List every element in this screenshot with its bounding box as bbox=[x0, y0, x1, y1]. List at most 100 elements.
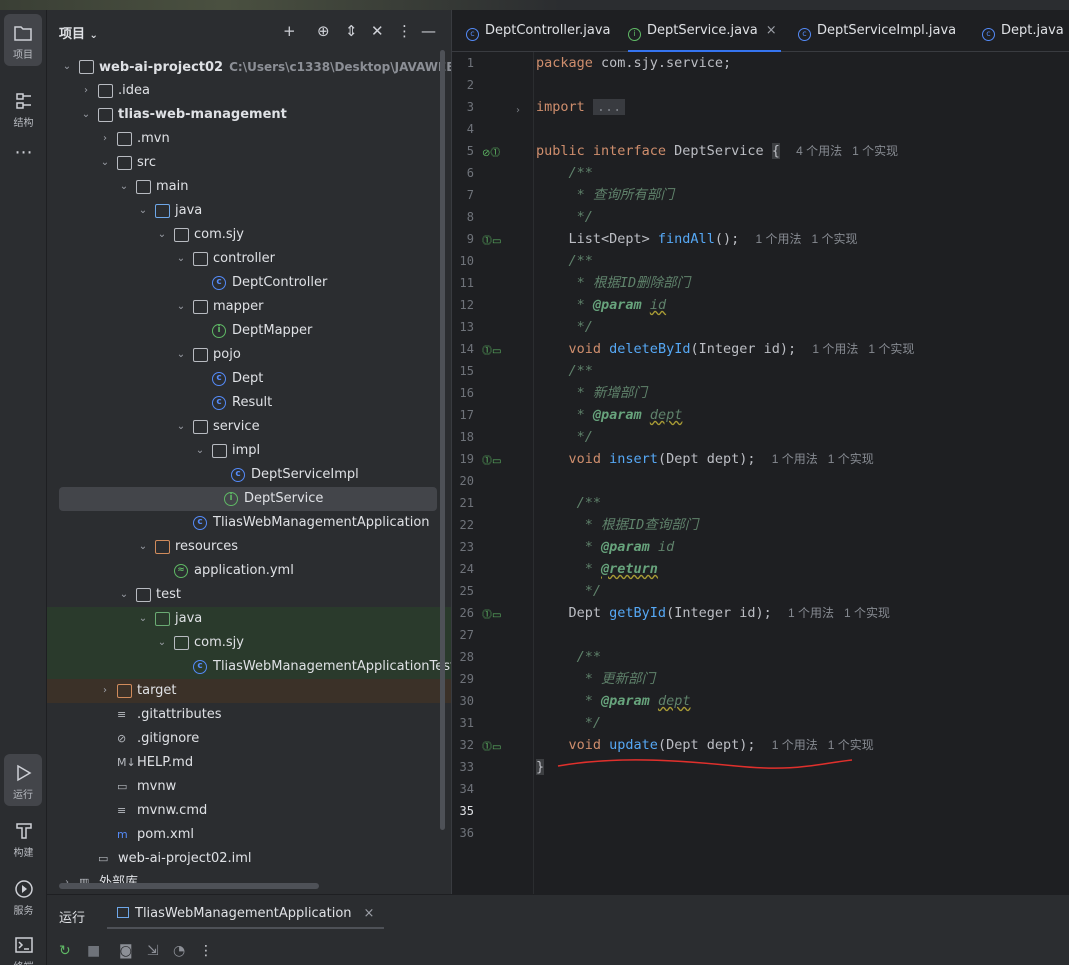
chevron-down-icon[interactable]: ⌄ bbox=[156, 223, 168, 247]
tree-item[interactable]: ▭ web-ai-project02.iml bbox=[47, 847, 451, 871]
structure-tool-button[interactable]: 结构 bbox=[0, 82, 47, 134]
tree-item[interactable]: i DeptMapper bbox=[47, 319, 451, 343]
tree-item[interactable]: ⌄ java bbox=[47, 607, 451, 631]
tree-item[interactable]: ⌄ pojo bbox=[47, 343, 451, 367]
tree-item[interactable]: ⌄ impl bbox=[47, 439, 451, 463]
line-number: 35 bbox=[459, 804, 474, 818]
tab-dept[interactable]: c Dept.java bbox=[982, 10, 1064, 52]
tree-item[interactable]: c Result bbox=[47, 391, 451, 415]
rerun-icon[interactable]: ↻ bbox=[59, 943, 71, 959]
implemented-icon[interactable]: ⓵▭ bbox=[482, 738, 501, 753]
chevron-down-icon[interactable]: ⌄ bbox=[156, 631, 168, 655]
tree-item[interactable]: ⊘ .gitignore bbox=[47, 727, 451, 751]
chevron-down-icon[interactable]: ⌄ bbox=[175, 415, 187, 439]
tree-item[interactable]: ⌄ service bbox=[47, 415, 451, 439]
implemented-icon[interactable]: ⓵▭ bbox=[482, 232, 501, 247]
tree-item[interactable]: ⌄ controller bbox=[47, 247, 451, 271]
chevron-down-icon[interactable]: ⌄ bbox=[175, 295, 187, 319]
chevron-right-icon[interactable]: › bbox=[80, 79, 92, 103]
implemented-icon[interactable]: ⓵▭ bbox=[482, 452, 501, 467]
usage-hint[interactable]: 4 个用法 1 个实现 bbox=[796, 144, 898, 158]
usage-hint[interactable]: 1 个用法 1 个实现 bbox=[755, 232, 857, 246]
run-tool-button[interactable]: 运行 bbox=[4, 754, 42, 806]
tab-dept-controller[interactable]: c DeptController.java bbox=[466, 10, 610, 52]
project-panel: 项目 ⌄ + ⊕ ⇕ ✕ ⋮ — ⌄ web-ai-project02 C:\Use… bbox=[47, 10, 501, 894]
chevron-right-icon[interactable]: › bbox=[99, 679, 111, 703]
more-tools-button[interactable]: ⋯ bbox=[0, 140, 47, 170]
project-panel-title[interactable]: 项目 ⌄ bbox=[59, 23, 98, 42]
line-number: 34 bbox=[459, 782, 474, 796]
tree-item[interactable]: ⌄ tlias-web-management bbox=[47, 103, 451, 127]
project-root-item[interactable]: ⌄ web-ai-project02 C:\Users\c1338\Desktop\… bbox=[47, 55, 501, 79]
tree-item[interactable]: › target bbox=[47, 679, 451, 703]
tree-item[interactable]: m pom.xml bbox=[47, 823, 451, 847]
tree-item[interactable]: c TliasWebManagementApplicationTests bbox=[47, 655, 462, 679]
tree-item[interactable]: ⌄ src bbox=[47, 151, 451, 175]
tree-item[interactable]: c TliasWebManagementApplication bbox=[47, 511, 451, 535]
chevron-down-icon[interactable]: ⌄ bbox=[194, 439, 206, 463]
chevron-down-icon[interactable]: ⌄ bbox=[137, 535, 149, 559]
build-tool-button[interactable]: 构建 bbox=[0, 812, 47, 864]
close-tab-icon[interactable]: × bbox=[364, 906, 375, 921]
chevron-down-icon[interactable]: ⌄ bbox=[137, 607, 149, 631]
tree-item[interactable]: M↓ HELP.md bbox=[47, 751, 451, 775]
chevron-down-icon[interactable]: ⌄ bbox=[175, 343, 187, 367]
locate-icon[interactable]: ⊕ bbox=[317, 22, 330, 40]
folded-imports[interactable]: ... bbox=[592, 99, 626, 115]
tree-item[interactable]: ⌄ resources bbox=[47, 535, 451, 559]
tree-item[interactable]: c DeptController bbox=[47, 271, 451, 295]
usage-hint[interactable]: 1 个用法 1 个实现 bbox=[772, 452, 874, 466]
terminal-tool-button[interactable]: 终端 bbox=[0, 926, 47, 965]
tab-dept-service-impl[interactable]: c DeptServiceImpl.java bbox=[798, 10, 956, 52]
services-tool-button[interactable]: 服务 bbox=[0, 870, 47, 922]
chevron-down-icon[interactable]: ⌄ bbox=[118, 583, 130, 607]
tab-dept-service[interactable]: i DeptService.java × bbox=[628, 10, 781, 52]
camera-icon[interactable]: ◙ bbox=[119, 943, 133, 959]
tree-item[interactable]: ⌄ mapper bbox=[47, 295, 451, 319]
tree-item[interactable]: ⌄ com.sjy bbox=[47, 631, 451, 655]
more-options-icon[interactable]: ⋮ bbox=[199, 943, 213, 959]
close-tab-icon[interactable]: × bbox=[766, 23, 777, 38]
tree-item[interactable]: › .idea bbox=[47, 79, 451, 103]
chevron-down-icon[interactable]: ⌄ bbox=[61, 55, 73, 79]
tree-item[interactable]: i DeptService bbox=[59, 487, 437, 511]
project-tool-button[interactable]: 项目 bbox=[4, 14, 42, 66]
run-config-tab[interactable]: TliasWebManagementApplication × bbox=[107, 899, 385, 929]
tree-item[interactable]: ≈ application.yml bbox=[47, 559, 451, 583]
tree-item[interactable]: c Dept bbox=[47, 367, 451, 391]
add-icon[interactable]: + bbox=[283, 22, 296, 40]
stop-icon[interactable]: ■ bbox=[87, 943, 100, 959]
project-scrollbar-horizontal[interactable] bbox=[59, 883, 319, 889]
chevron-down-icon[interactable]: ⌄ bbox=[137, 199, 149, 223]
chevron-down-icon[interactable]: ⌄ bbox=[99, 151, 111, 175]
chevron-right-icon[interactable]: › bbox=[99, 127, 111, 151]
tree-item[interactable]: ≡ mvnw.cmd bbox=[47, 799, 451, 823]
code-line: List<Dept> findAll(); 1 个用法 1 个实现 bbox=[568, 231, 858, 247]
tree-item[interactable]: ⌄ com.sjy bbox=[47, 223, 451, 247]
expand-all-icon[interactable]: ⇕ bbox=[345, 22, 358, 40]
usage-hint[interactable]: 1 个用法 1 个实现 bbox=[772, 738, 874, 752]
usage-hint[interactable]: 1 个用法 1 个实现 bbox=[788, 606, 890, 620]
tree-item[interactable]: c DeptServiceImpl bbox=[47, 463, 451, 487]
collapse-all-icon[interactable]: ✕ bbox=[371, 22, 384, 40]
fold-arrow-icon[interactable]: › bbox=[516, 105, 520, 116]
line-number: 27 bbox=[459, 628, 474, 642]
implemented-icon[interactable]: ⊘⓵ bbox=[482, 144, 500, 159]
tree-item[interactable]: ⌄ test bbox=[47, 583, 451, 607]
implemented-icon[interactable]: ⓵▭ bbox=[482, 342, 501, 357]
import-icon[interactable]: ⇲ bbox=[147, 943, 159, 959]
tree-item[interactable]: › .mvn bbox=[47, 127, 451, 151]
tree-item[interactable]: ⌄ main bbox=[47, 175, 451, 199]
coverage-icon[interactable]: ◔ bbox=[173, 943, 185, 959]
tree-item[interactable]: ▭ mvnw bbox=[47, 775, 451, 799]
usage-hint[interactable]: 1 个用法 1 个实现 bbox=[812, 342, 914, 356]
project-scrollbar-vertical[interactable] bbox=[440, 50, 445, 830]
tree-item[interactable]: ≡ .gitattributes bbox=[47, 703, 451, 727]
implemented-icon[interactable]: ⓵▭ bbox=[482, 606, 501, 621]
chevron-down-icon[interactable]: ⌄ bbox=[80, 103, 92, 127]
tree-item[interactable]: ⌄ java bbox=[47, 199, 451, 223]
chevron-down-icon[interactable]: ⌄ bbox=[175, 247, 187, 271]
hide-panel-icon[interactable]: — bbox=[421, 22, 436, 40]
chevron-down-icon[interactable]: ⌄ bbox=[118, 175, 130, 199]
options-icon[interactable]: ⋮ bbox=[397, 22, 412, 40]
